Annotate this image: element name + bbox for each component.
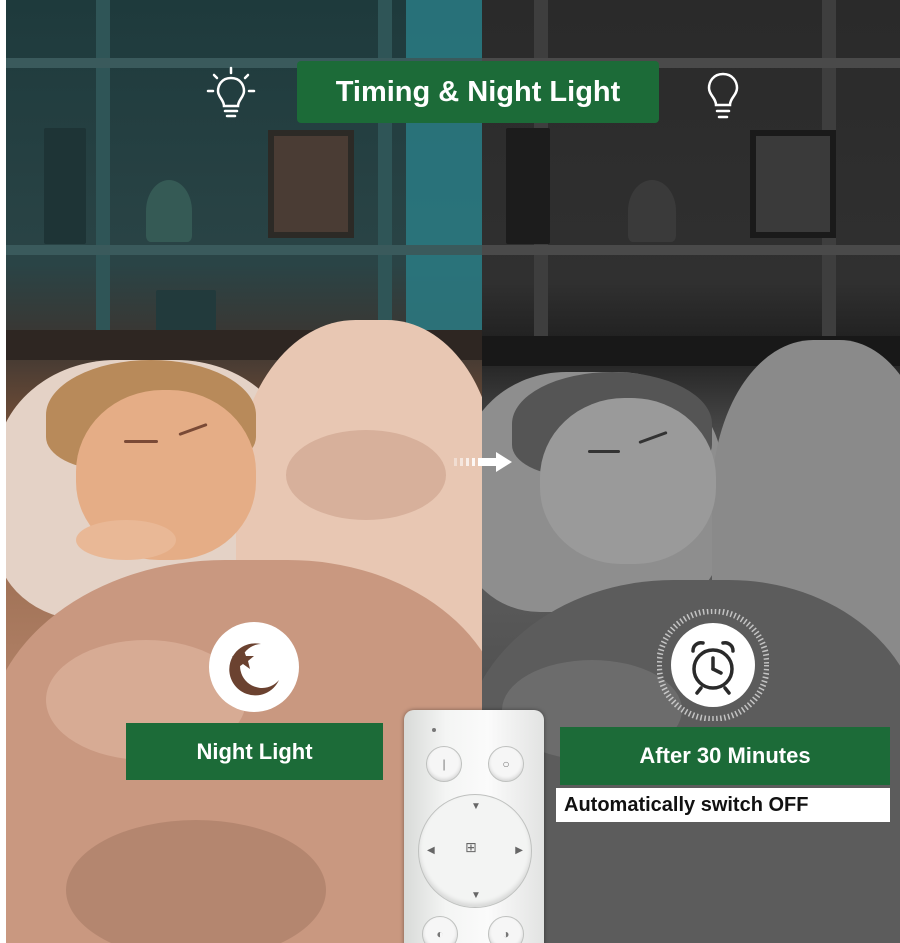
blanket-fold [286,430,446,520]
remote-power-on-icon: | [426,746,462,782]
alarm-clock-decor [628,180,676,242]
child-face [540,398,716,564]
closed-eye [588,450,620,453]
arrow-right-icon [454,452,514,472]
moon-star-icon [209,622,299,712]
remote-button-left-icon: ◐ [422,916,458,943]
alarm-clock-icon [656,608,770,722]
window-light [406,0,482,330]
shelf-post [378,0,392,340]
closed-eye [124,440,158,443]
photo-frame [268,130,354,238]
remote-led [432,728,436,732]
light-bulb-off-icon [705,70,741,122]
product-image: Timing & Night Light Night Light After 3… [0,0,900,943]
after-30-minutes-label: After 30 Minutes [560,727,890,785]
shelf-post [96,0,110,340]
photo-frame [750,130,836,238]
page-title: Timing & Night Light [297,61,659,123]
shelf [6,245,482,255]
auto-off-caption: Automatically switch OFF [556,788,890,822]
shelf [482,245,900,255]
remote-button-right-icon: ◑ [488,916,524,943]
box [156,290,216,334]
book [506,128,550,244]
alarm-clock-decor [146,180,192,242]
remote-dpad: ▼ ◀ ▶ ▼ ⊞ [418,794,532,908]
night-light-label: Night Light [126,723,383,780]
light-bulb-on-icon [206,66,256,122]
book [44,128,86,244]
child-hand [76,520,176,560]
remote-control: | ○ ▼ ◀ ▶ ▼ ⊞ ◐ ◑ [404,710,544,943]
remote-power-off-icon: ○ [488,746,524,782]
